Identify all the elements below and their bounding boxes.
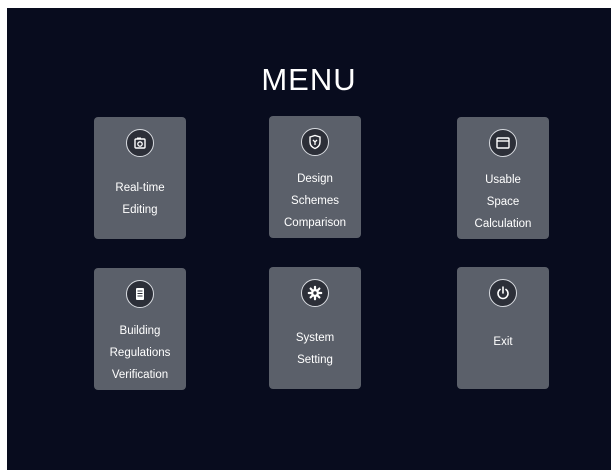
building-regulations-verification-label: Building Regulations Verification <box>109 325 171 381</box>
building-regulations-verification-button[interactable]: Building Regulations Verification <box>94 268 186 390</box>
shield-icon <box>301 128 329 156</box>
system-setting-button[interactable]: System Setting <box>269 267 361 389</box>
real-time-editing-label: Real-time Editing <box>115 182 165 216</box>
exit-button[interactable]: Exit <box>457 267 549 389</box>
document-icon <box>126 280 154 308</box>
camera-icon <box>126 129 154 157</box>
usable-space-calculation-label: Usable Space Calculation <box>474 174 532 230</box>
gear-icon <box>301 279 329 307</box>
design-schemes-comparison-label: Design Schemes Comparison <box>284 173 346 229</box>
power-icon <box>489 279 517 307</box>
window-icon <box>489 129 517 157</box>
exit-label: Exit <box>493 336 513 348</box>
system-setting-label: System Setting <box>295 332 335 366</box>
real-time-editing-button[interactable]: Real-time Editing <box>94 117 186 239</box>
menu-title: MENU <box>261 62 357 97</box>
menu-screen: MENU Real-time Editing Design Schemes Co… <box>7 8 611 470</box>
usable-space-calculation-button[interactable]: Usable Space Calculation <box>457 117 549 239</box>
design-schemes-comparison-button[interactable]: Design Schemes Comparison <box>269 116 361 238</box>
